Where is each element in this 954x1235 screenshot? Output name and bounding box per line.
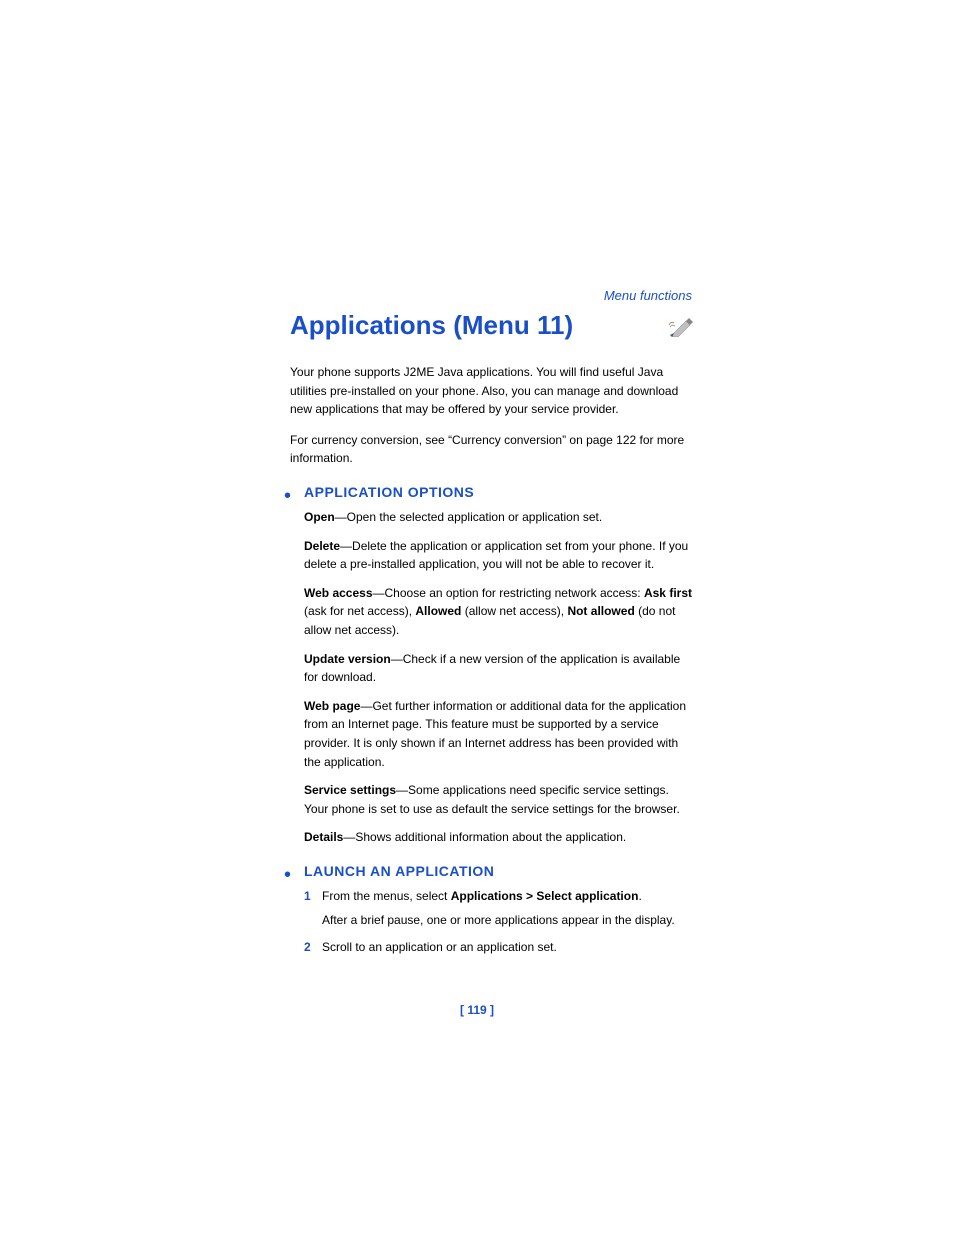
option-details-text: —Shows additional information about the …: [343, 830, 626, 844]
page: Menu functions Applications (Menu 11) Yo…: [0, 0, 954, 1235]
step-1-pre: From the menus, select: [322, 889, 451, 903]
applications-icon: [668, 315, 694, 337]
option-delete: Delete—Delete the application or applica…: [304, 537, 694, 574]
step-2-text: Scroll to an application or an applicati…: [322, 940, 557, 954]
bullet-icon: •: [284, 865, 291, 885]
option-open-lead: Open: [304, 510, 335, 524]
option-delete-lead: Delete: [304, 539, 340, 553]
intro-paragraph-1: Your phone supports J2ME Java applicatio…: [290, 363, 694, 419]
section-application-options: • APPLICATION OPTIONS Open—Open the sele…: [290, 484, 694, 847]
step-1-sub: After a brief pause, one or more applica…: [322, 911, 694, 930]
option-open: Open—Open the selected application or ap…: [304, 508, 694, 527]
option-web-access-allowed-after: (allow net access),: [461, 604, 567, 618]
running-header: Menu functions: [604, 288, 692, 303]
option-web-page: Web page—Get further information or addi…: [304, 697, 694, 771]
option-web-page-text: —Get further information or additional d…: [304, 699, 686, 769]
step-1-body: From the menus, select Applications > Se…: [322, 887, 694, 930]
option-details-lead: Details: [304, 830, 343, 844]
option-web-access-allowed: Allowed: [415, 604, 461, 618]
option-service-lead: Service settings: [304, 783, 396, 797]
step-1: 1 From the menus, select Applications > …: [304, 887, 694, 930]
option-update-lead: Update version: [304, 652, 391, 666]
section-title-launch: LAUNCH AN APPLICATION: [304, 863, 694, 879]
option-open-text: —Open the selected application or applic…: [335, 510, 603, 524]
intro-block: Your phone supports J2ME Java applicatio…: [290, 363, 694, 468]
page-number: [ 119 ]: [0, 1003, 954, 1017]
option-service-settings: Service settings—Some applications need …: [304, 781, 694, 818]
title-row: Applications (Menu 11): [290, 310, 694, 341]
option-web-access-not-allowed: Not allowed: [567, 604, 634, 618]
option-web-access-lead: Web access: [304, 586, 373, 600]
step-1-number: 1: [304, 887, 322, 930]
step-2: 2 Scroll to an application or an applica…: [304, 938, 694, 957]
option-details: Details—Shows additional information abo…: [304, 828, 694, 847]
option-web-access: Web access—Choose an option for restrict…: [304, 584, 694, 640]
intro-paragraph-2: For currency conversion, see “Currency c…: [290, 431, 694, 468]
page-title: Applications (Menu 11): [290, 310, 573, 341]
step-2-number: 2: [304, 938, 322, 957]
step-1-bold: Applications > Select application: [451, 889, 639, 903]
option-web-page-lead: Web page: [304, 699, 360, 713]
option-web-access-ask-first: Ask first: [644, 586, 692, 600]
section-launch-application: • LAUNCH AN APPLICATION 1 From the menus…: [290, 863, 694, 957]
step-1-post: .: [638, 889, 641, 903]
option-update-version: Update version—Check if a new version of…: [304, 650, 694, 687]
option-web-access-pre: —Choose an option for restricting networ…: [373, 586, 644, 600]
bullet-icon: •: [284, 486, 291, 506]
option-web-access-ask-first-after: (ask for net access),: [304, 604, 415, 618]
section-title-app-options: APPLICATION OPTIONS: [304, 484, 694, 500]
option-delete-text: —Delete the application or application s…: [304, 539, 688, 572]
step-2-body: Scroll to an application or an applicati…: [322, 938, 694, 957]
